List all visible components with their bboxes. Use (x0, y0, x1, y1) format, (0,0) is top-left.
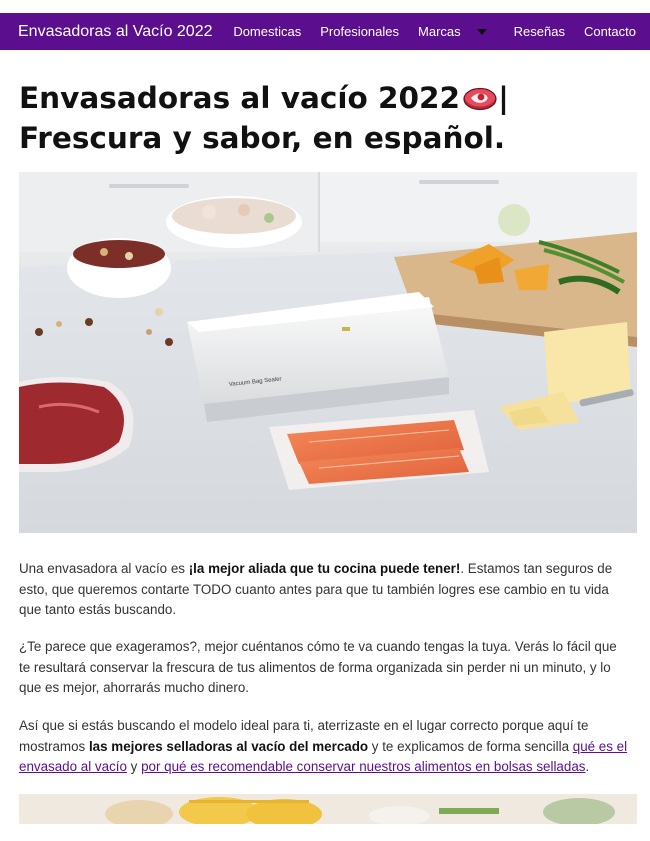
intro-paragraph-1: Una envasadora al vacío es ¡la mejor ali… (19, 559, 631, 621)
p3-text-end: . (585, 759, 590, 774)
second-image (19, 794, 637, 824)
corn-photo (19, 794, 637, 824)
title-main: Envasadoras al vacío 2022 (19, 81, 461, 115)
nav-link-contacto[interactable]: Contacto (584, 24, 636, 39)
page-title: Envasadoras al vacío 2022 | Frescura y s… (19, 78, 634, 158)
vacuum-sealer-photo: Vacuum Bag Sealer (19, 172, 637, 533)
link-por-que-recomendable[interactable]: por qué es recomendable conservar nuestr… (141, 759, 585, 774)
site-brand-link[interactable]: Envasadoras al Vacío 2022 (18, 23, 213, 41)
p3-text-conj: y (126, 759, 142, 774)
p1-highlight: ¡la mejor aliada que tu cocina puede ten… (188, 561, 461, 576)
nav-link-domesticas[interactable]: Domesticas (233, 24, 301, 39)
nav-link-profesionales[interactable]: Profesionales (320, 24, 399, 39)
meat-icon (463, 87, 497, 111)
intro-paragraph-3: Así que si estás buscando el modelo idea… (19, 716, 631, 778)
main-nav: Domesticas Profesionales Marcas Reseñas … (233, 24, 636, 39)
p3-text-middle: y te explicamos de forma sencilla (368, 738, 573, 754)
intro-paragraph-2: ¿Te parece que exageramos?, mejor cuénta… (19, 639, 617, 695)
top-navbar: Envasadoras al Vacío 2022 Domesticas Pro… (0, 13, 650, 50)
p1-text-start: Una envasadora al vacío es (19, 561, 189, 576)
chevron-down-icon[interactable] (476, 28, 487, 35)
p3-highlight: las mejores selladoras al vacío del merc… (88, 738, 369, 754)
nav-link-resenas[interactable]: Reseñas (514, 24, 565, 39)
nav-link-marcas[interactable]: Marcas (418, 24, 461, 39)
hero-image: Vacuum Bag Sealer (19, 172, 637, 533)
